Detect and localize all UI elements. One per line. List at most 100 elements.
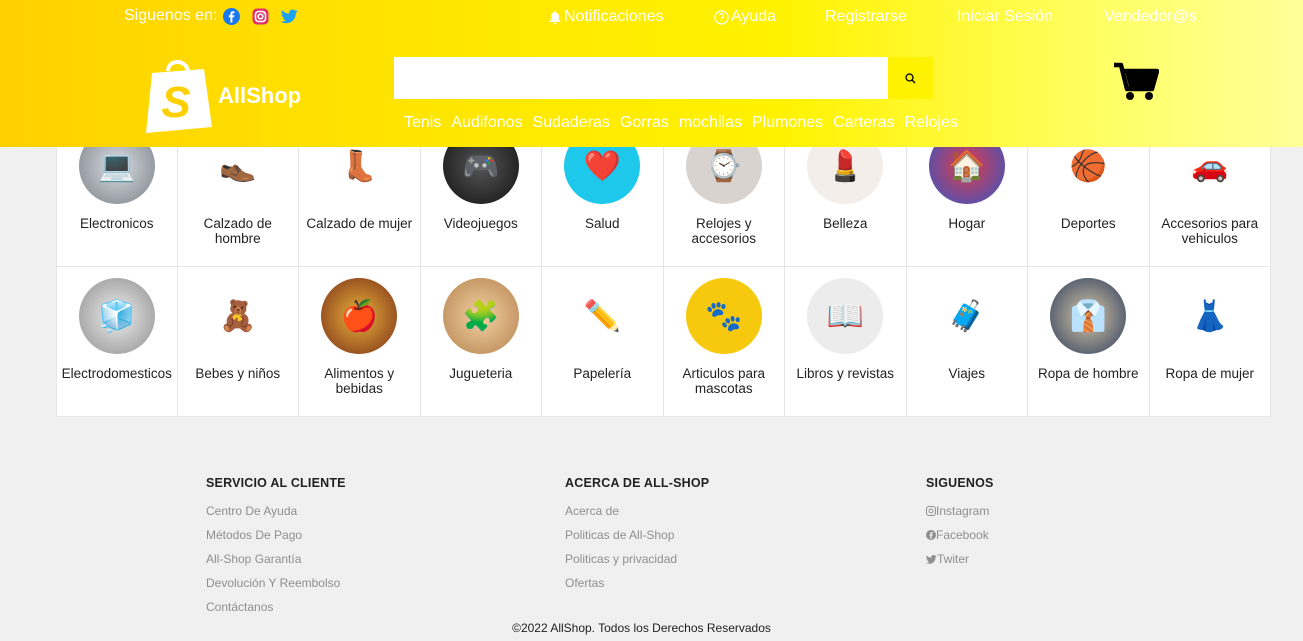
category-label: Accesorios para vehiculos xyxy=(1161,216,1259,246)
category-grid: 💻 Electronicos 👞 Calzado de hombre 👢 Cal… xyxy=(56,117,1271,417)
footer-heading: SERVICIO AL CLIENTE xyxy=(206,476,346,490)
footer-link[interactable]: Ofertas xyxy=(565,571,709,595)
footer-link[interactable]: Politicas de All-Shop xyxy=(565,523,709,547)
footer-link[interactable]: Acerca de xyxy=(565,499,709,523)
category-card[interactable]: 🧩 Jugueteria xyxy=(420,267,542,417)
cart-button[interactable] xyxy=(1113,62,1160,107)
copyright: ©2022 AllShop. Todos los Derechos Reserv… xyxy=(0,621,1303,635)
footer-link[interactable]: Politicas y privacidad xyxy=(565,547,709,571)
follow-label: Siguenos en: xyxy=(124,7,218,24)
category-image-appliances: 🧊 xyxy=(78,278,155,354)
bell-icon xyxy=(549,10,561,24)
footer-instagram-link[interactable]: Instagram xyxy=(926,499,994,523)
footer-about: ACERCA DE ALL-SHOP Acerca de Politicas d… xyxy=(565,476,709,595)
question-circle-icon xyxy=(714,9,729,25)
category-label: Salud xyxy=(584,216,620,231)
instagram-icon xyxy=(926,506,936,516)
help-link[interactable]: Ayuda xyxy=(714,8,776,26)
category-row: 🧊 Electrodomesticos 🧸 Bebes y niños 🍎 Al… xyxy=(56,267,1271,417)
category-label: Hogar xyxy=(948,216,986,231)
notifications-link[interactable]: Notificaciones xyxy=(548,8,664,26)
category-card[interactable]: 👔 Ropa de hombre xyxy=(1028,267,1150,417)
footer-link[interactable]: All-Shop Garantía xyxy=(206,547,346,571)
help-label: Ayuda xyxy=(731,8,777,25)
footer-follow: SIGUENOS Instagram Facebook Twiter xyxy=(926,476,994,571)
category-label: Jugueteria xyxy=(449,366,513,381)
category-image-babies: 🧸 xyxy=(199,278,276,354)
quick-category-link[interactable]: Sudaderas xyxy=(533,114,610,132)
instagram-icon[interactable] xyxy=(252,8,269,25)
footer-link[interactable]: Centro De Ayuda xyxy=(206,499,346,523)
search-button[interactable] xyxy=(888,57,933,99)
social-follow: Siguenos en: xyxy=(124,7,299,25)
footer-heading: SIGUENOS xyxy=(926,476,994,490)
footer-link-label: Instagram xyxy=(936,504,990,518)
footer-link[interactable]: Devolución Y Reembolso xyxy=(206,571,346,595)
footer-link[interactable]: Métodos De Pago xyxy=(206,523,346,547)
category-image-food: 🍎 xyxy=(321,278,398,354)
footer-link[interactable]: Contáctanos xyxy=(206,595,346,619)
category-image-books: 📖 xyxy=(807,278,884,354)
facebook-icon xyxy=(926,530,936,540)
category-label: Videojuegos xyxy=(443,216,518,231)
category-image-travel: 🧳 xyxy=(928,278,1005,354)
category-label: Electronicos xyxy=(79,216,154,231)
footer-facebook-link[interactable]: Facebook xyxy=(926,523,994,547)
search-icon xyxy=(905,72,916,83)
category-image-pets: 🐾 xyxy=(685,278,762,354)
svg-text:S: S xyxy=(161,78,190,127)
category-card[interactable]: ✏️ Papelería xyxy=(542,267,664,417)
login-link[interactable]: Iniciar Sesión xyxy=(957,8,1053,26)
quick-category-link[interactable]: Audifonos xyxy=(451,114,522,132)
category-label: Bebes y niños xyxy=(195,366,281,381)
quick-category-link[interactable]: Carteras xyxy=(833,114,894,132)
category-card[interactable]: 🐾 Articulos para mascotas xyxy=(663,267,785,417)
site-header: Siguenos en: Notificaciones Ayuda Regist… xyxy=(0,0,1303,147)
footer-link-label: Twiter xyxy=(937,552,970,566)
facebook-icon[interactable] xyxy=(223,7,241,25)
category-label: Viajes xyxy=(948,366,986,381)
category-label: Relojes y accesorios xyxy=(691,216,757,246)
quick-category-link[interactable]: mochilas xyxy=(679,114,742,132)
notifications-label: Notificaciones xyxy=(564,8,664,25)
site-logo[interactable]: S AllShop xyxy=(142,55,301,133)
category-image-toys: 🧩 xyxy=(442,278,519,354)
category-label: Calzado de hombre xyxy=(203,216,272,246)
quick-category-link[interactable]: Tenis xyxy=(404,114,441,132)
category-image-men-clothing: 👔 xyxy=(1050,278,1127,354)
search-bar xyxy=(394,57,933,99)
category-label: Electrodomesticos xyxy=(61,366,172,381)
category-card[interactable]: 👗 Ropa de mujer xyxy=(1149,267,1271,417)
quick-category-link[interactable]: Relojes xyxy=(904,114,957,132)
category-label: Belleza xyxy=(823,216,868,231)
category-label: Calzado de mujer xyxy=(306,216,413,231)
shopping-cart-icon xyxy=(1114,62,1160,100)
quick-category-link[interactable]: Plumones xyxy=(752,114,823,132)
copyright-text: ©2022 AllShop. Todos los Derechos Reserv… xyxy=(512,621,771,635)
search-input[interactable] xyxy=(394,57,888,99)
twitter-icon[interactable] xyxy=(281,8,299,25)
category-card[interactable]: 🧸 Bebes y niños xyxy=(177,267,299,417)
category-card[interactable]: 🧳 Viajes xyxy=(906,267,1028,417)
quick-category-link[interactable]: Gorras xyxy=(620,114,669,132)
sellers-link[interactable]: Vendedor@s xyxy=(1104,8,1197,26)
category-card[interactable]: 📖 Libros y revistas xyxy=(785,267,907,417)
footer-customer-service: SERVICIO AL CLIENTE Centro De Ayuda Méto… xyxy=(206,476,346,619)
category-label: Papelería xyxy=(573,366,632,381)
category-label: Ropa de hombre xyxy=(1037,366,1139,381)
footer-twitter-link[interactable]: Twiter xyxy=(926,547,994,571)
category-label: Libros y revistas xyxy=(796,366,895,381)
top-bar: Siguenos en: Notificaciones Ayuda Regist… xyxy=(0,6,1303,28)
logo-text: AllShop xyxy=(218,83,302,108)
category-label: Alimentos y bebidas xyxy=(324,366,395,396)
category-card[interactable]: 🍎 Alimentos y bebidas xyxy=(299,267,421,417)
register-link[interactable]: Registrarse xyxy=(825,8,907,26)
category-label: Deportes xyxy=(1060,216,1116,231)
quick-categories: Tenis Audifonos Sudaderas Gorras mochila… xyxy=(404,114,968,132)
login-label: Iniciar Sesión xyxy=(957,8,1054,25)
footer-link-label: Facebook xyxy=(936,528,989,542)
footer-heading: ACERCA DE ALL-SHOP xyxy=(565,476,710,490)
category-card[interactable]: 🧊 Electrodomesticos xyxy=(56,267,178,417)
category-label: Ropa de mujer xyxy=(1165,366,1255,381)
twitter-icon xyxy=(926,554,937,564)
